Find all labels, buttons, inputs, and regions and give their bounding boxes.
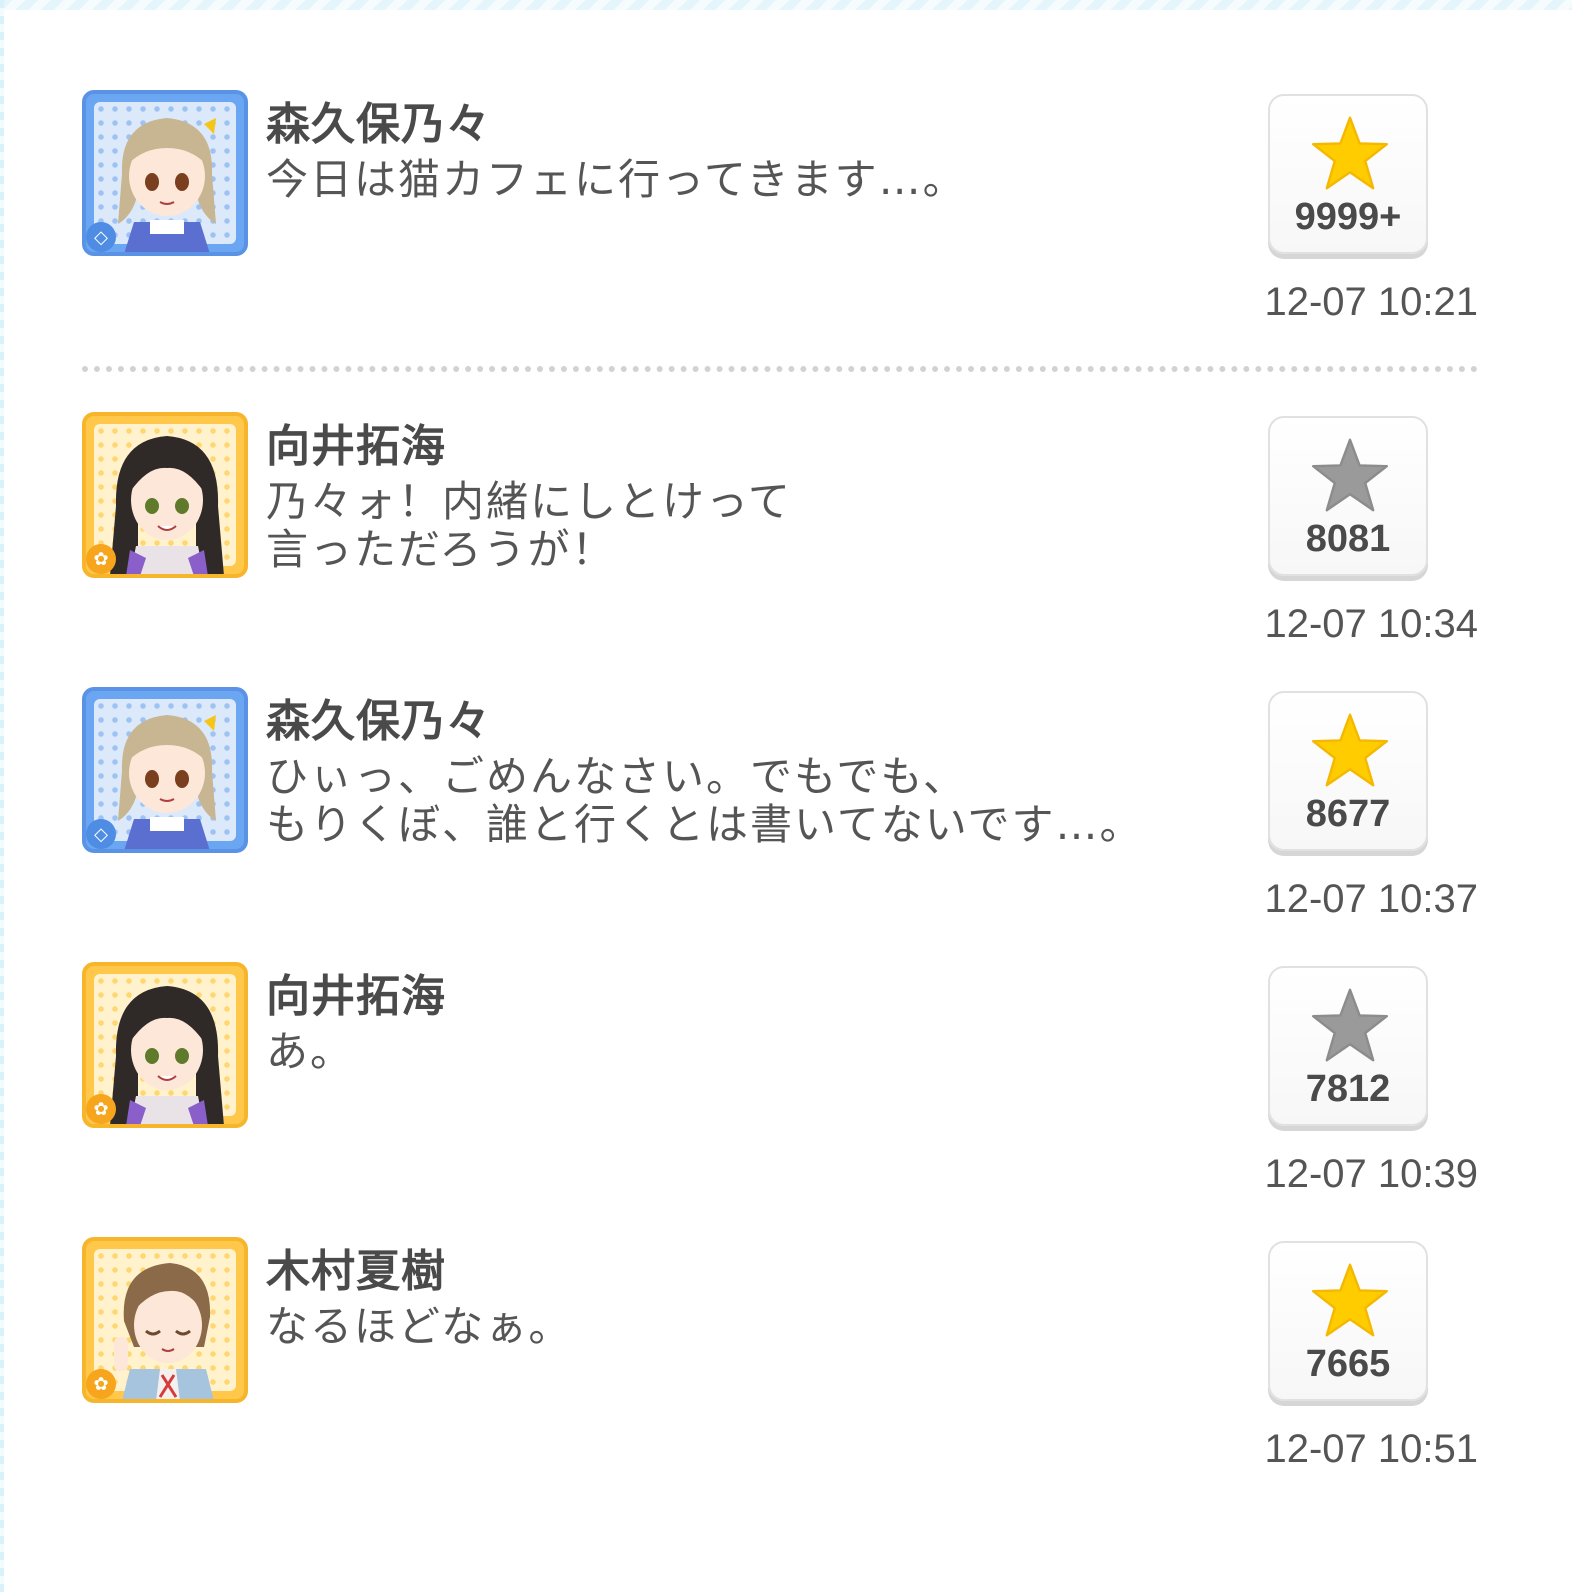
timeline-post: ✿ 向井拓海 あ。 7812 12-07 10:39: [82, 962, 1502, 1212]
post-message: なるほどなぁ。: [266, 1302, 573, 1351]
timeline-post: ◇ 森久保乃々 ひぃっ、ごめんなさい。でもでも、 もりくぼ、誰と行くとは書いてな…: [82, 687, 1502, 937]
post-author-name: 木村夏樹: [266, 1246, 446, 1297]
takumi-portrait-icon: [110, 986, 224, 1124]
nono-portrait-icon: [118, 715, 216, 849]
star-icon: [1312, 1263, 1388, 1337]
idol-avatar-mukai-takumi[interactable]: ✿: [82, 412, 248, 578]
timeline-post: ✿ 木村夏樹 なるほどなぁ。 7665 12-07 10:51: [82, 1237, 1502, 1487]
post-divider: [82, 366, 1478, 372]
post-author-name: 森久保乃々: [266, 696, 491, 747]
post-timestamp: 12-07 10:51: [1264, 1427, 1478, 1471]
post-message: 今日は猫カフェに行ってきます…。: [266, 155, 967, 204]
gem-icon: ◇: [86, 222, 116, 252]
idol-avatar-kimura-natsuki[interactable]: ✿: [82, 1237, 248, 1403]
post-author-name: 向井拓海: [266, 971, 446, 1022]
post-author-name: 森久保乃々: [266, 99, 491, 150]
top-border-stripe: [0, 0, 1572, 10]
like-count: 8677: [1305, 793, 1391, 835]
post-author-name: 向井拓海: [266, 421, 446, 472]
like-count: 8081: [1305, 518, 1391, 560]
star-icon: [1312, 438, 1388, 512]
like-count: 7812: [1305, 1068, 1391, 1110]
star-icon: [1312, 116, 1388, 190]
post-timestamp: 12-07 10:34: [1264, 602, 1478, 646]
post-timestamp: 12-07 10:39: [1264, 1152, 1478, 1196]
timeline-post: ✿ 向井拓海 乃々ォ！内緒にしとけって 言っただろうが！ 8081 12-07 …: [82, 412, 1502, 662]
post-message: あ。: [266, 1027, 355, 1076]
timeline-post: ◇ 森久保乃々 今日は猫カフェに行ってきます…。 9999+ 12-07 10:…: [82, 90, 1502, 340]
flower-icon: ✿: [86, 1094, 116, 1124]
star-icon: [1312, 713, 1388, 787]
post-message: ひぃっ、ごめんなさい。でもでも、 もりくぼ、誰と行くとは書いてないです…。: [266, 752, 1144, 849]
idol-avatar-morikubo-nono[interactable]: ◇: [82, 90, 248, 256]
post-timestamp: 12-07 10:37: [1264, 877, 1478, 921]
like-button[interactable]: 9999+: [1268, 94, 1428, 254]
idol-avatar-morikubo-nono[interactable]: ◇: [82, 687, 248, 853]
like-button[interactable]: 7665: [1268, 1241, 1428, 1401]
post-timestamp: 12-07 10:21: [1264, 280, 1478, 324]
nono-portrait-icon: [118, 118, 216, 252]
idol-avatar-mukai-takumi[interactable]: ✿: [82, 962, 248, 1128]
flower-icon: ✿: [86, 1369, 116, 1399]
like-count: 9999+: [1294, 196, 1402, 238]
like-button[interactable]: 8677: [1268, 691, 1428, 851]
natsuki-portrait-icon: [114, 1263, 214, 1399]
gem-icon: ◇: [86, 819, 116, 849]
takumi-portrait-icon: [110, 436, 224, 574]
like-count: 7665: [1305, 1343, 1391, 1385]
like-button[interactable]: 7812: [1268, 966, 1428, 1126]
post-message: 乃々ォ！内緒にしとけって 言っただろうが！: [266, 477, 792, 574]
star-icon: [1312, 988, 1388, 1062]
like-button[interactable]: 8081: [1268, 416, 1428, 576]
flower-icon: ✿: [86, 544, 116, 574]
